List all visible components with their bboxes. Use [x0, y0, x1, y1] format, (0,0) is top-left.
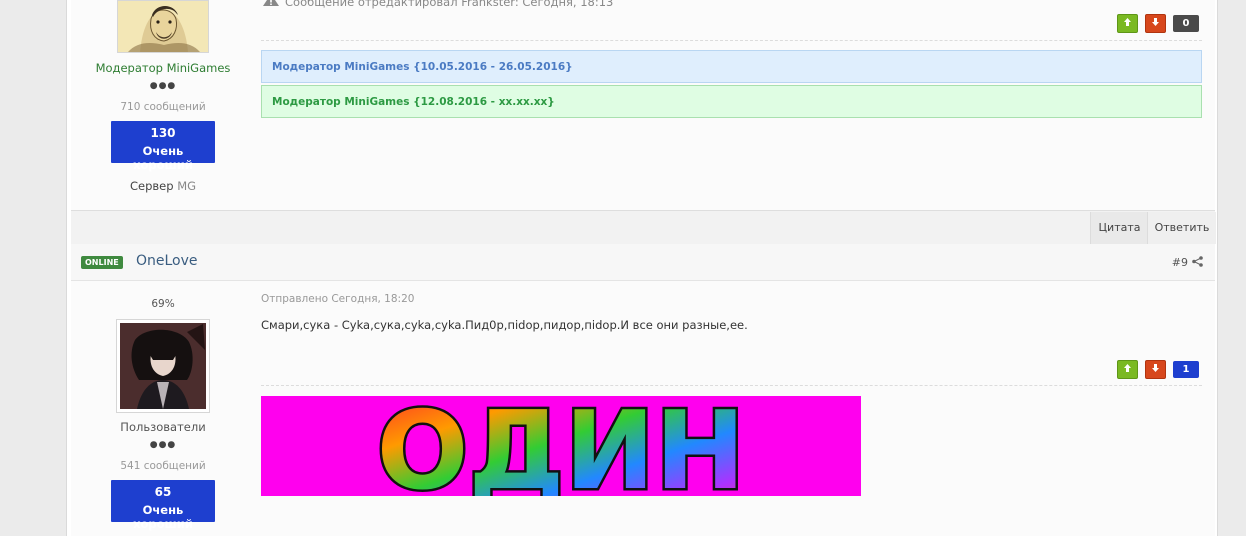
moderator-notice-2: Модератор MiniGames {12.08.2016 - xx.xx.… — [261, 85, 1202, 118]
rank-pips: ●●● — [149, 440, 177, 450]
reputation-count: 0 — [1173, 15, 1199, 32]
reputation-value: 65 — [154, 485, 172, 499]
arrow-up-icon — [1123, 18, 1132, 29]
arrow-down-icon — [1151, 364, 1160, 375]
server-label: Сервер — [129, 179, 174, 193]
reputation-label: Очень хороший — [133, 144, 193, 172]
post-actions-bar: Цитата Ответить — [71, 210, 1216, 245]
vote-up-button[interactable] — [1117, 14, 1138, 33]
vote-down-button[interactable] — [1145, 14, 1166, 33]
user-avatar[interactable] — [116, 319, 210, 413]
moderator-notice-1: Модератор MiniGames {10.05.2016 - 26.05.… — [261, 50, 1202, 83]
post-count: 710 сообщений — [120, 101, 206, 113]
reputation-value: 130 — [150, 126, 176, 140]
divider — [261, 40, 1202, 41]
post-count: 541 сообщений — [120, 460, 206, 472]
user-avatar[interactable] — [117, 0, 209, 53]
server-info: Сервер MG — [63, 179, 263, 193]
user-group-title: Модератор MiniGames — [95, 61, 231, 75]
share-icon[interactable] — [1192, 256, 1203, 270]
edit-notice-text: Сообщение отредактировал Frankster: Сего… — [285, 0, 614, 9]
reply-button[interactable]: Ответить — [1147, 212, 1216, 244]
post-date: Отправлено Сегодня, 18:20 — [261, 293, 415, 305]
reputation-badge[interactable]: 130 Очень хороший — [111, 121, 215, 172]
warning-icon — [263, 0, 279, 9]
arrow-down-icon — [1151, 18, 1160, 29]
arrow-up-icon — [1123, 364, 1132, 375]
banner-text: ОДИН — [377, 396, 746, 496]
rank-percent: 69% — [151, 298, 175, 310]
post-number-link[interactable]: #9 — [1172, 256, 1188, 269]
vote-up-button[interactable] — [1117, 360, 1138, 379]
online-badge: ONLINE — [81, 256, 123, 269]
vote-down-button[interactable] — [1145, 360, 1166, 379]
reputation-badge[interactable]: 65 Очень хороший — [111, 480, 215, 531]
signature-banner-image: ОДИН — [261, 396, 861, 496]
reputation-label: Очень хороший — [133, 503, 193, 531]
post-header: ONLINE OneLove #9 — [71, 244, 1215, 281]
post-body-text: Смари,сука - Cyka,сука,cyka,cyka.Пид0р,п… — [261, 318, 748, 332]
author-name[interactable]: OneLove — [136, 253, 198, 269]
rank-pips: ●●● — [149, 81, 177, 91]
edit-notice: Сообщение отредактировал Frankster: Сего… — [263, 0, 613, 9]
reputation-count: 1 — [1173, 361, 1199, 378]
quote-button[interactable]: Цитата — [1090, 212, 1148, 244]
user-group-title: Пользователи — [120, 420, 206, 434]
server-value: MG — [177, 179, 197, 193]
divider — [261, 385, 1202, 386]
